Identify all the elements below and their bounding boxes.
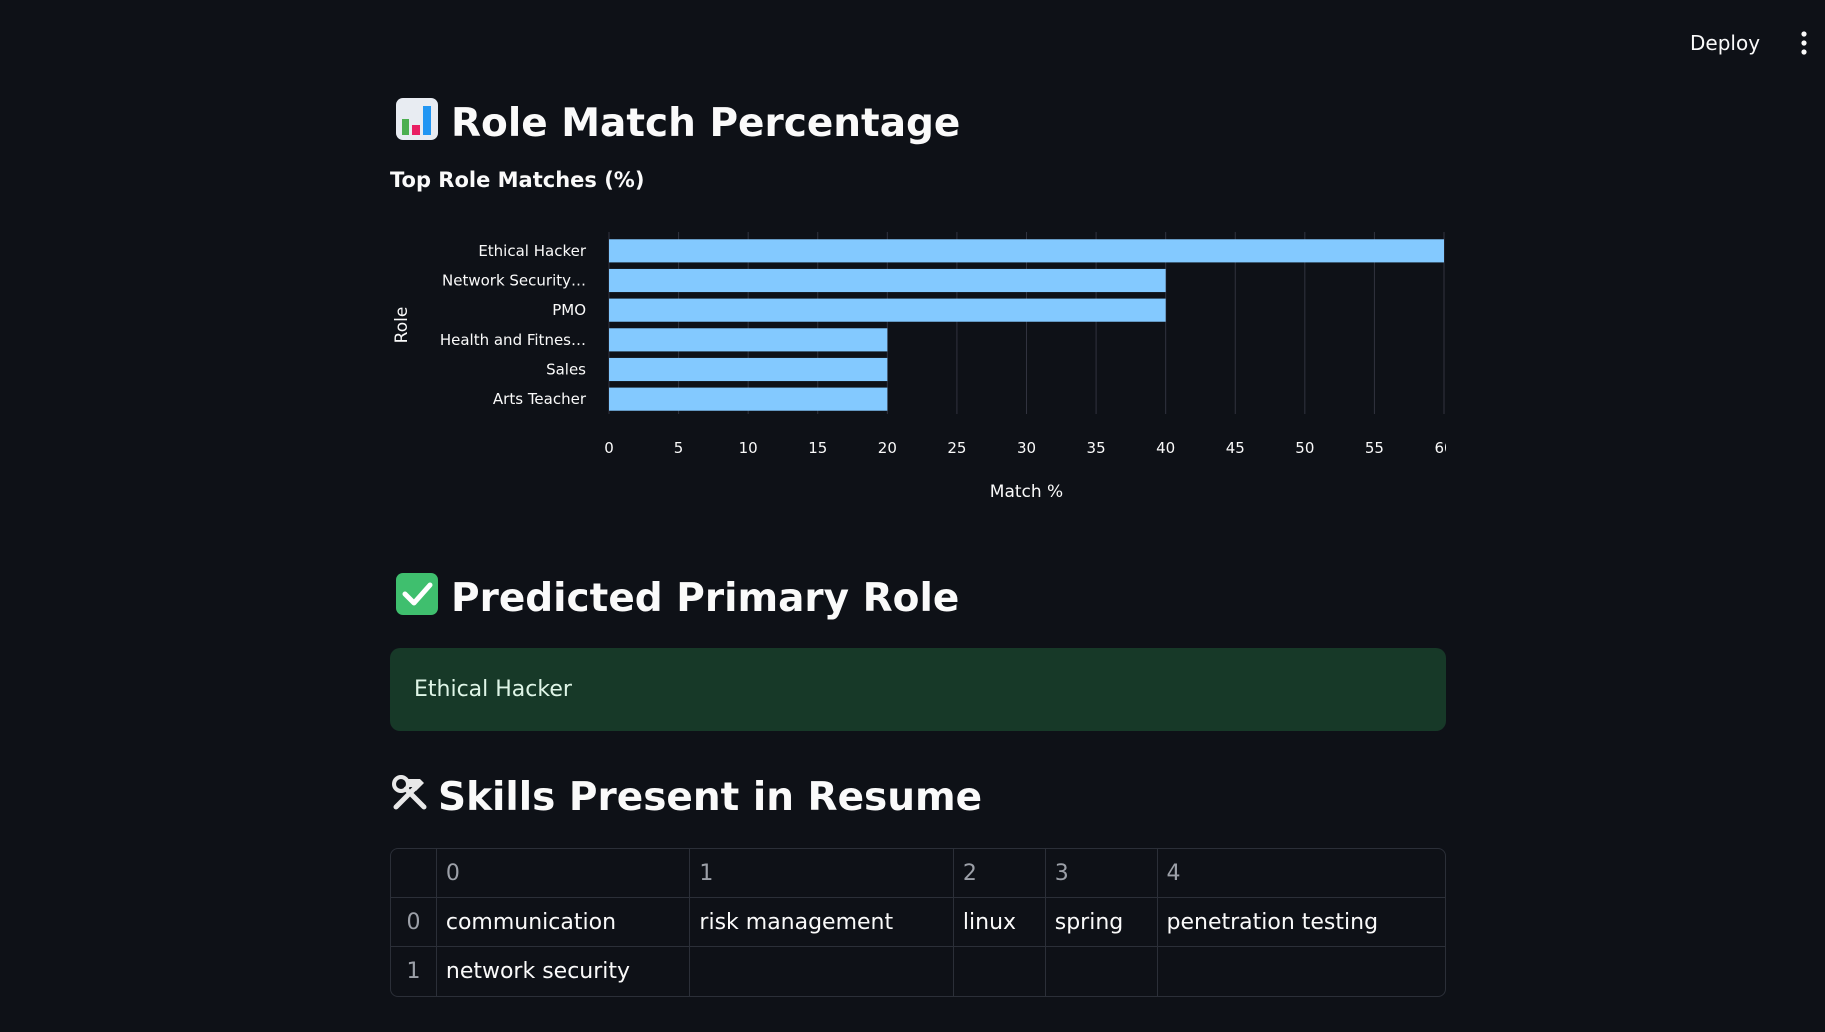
skills-title: Skills Present in Resume [438, 775, 983, 820]
skills-heading: Skills Present in Resume [390, 773, 982, 826]
x-tick-label: 25 [947, 439, 966, 457]
kebab-menu-icon[interactable] [1796, 29, 1812, 57]
x-tick-label: 60 [1434, 439, 1446, 457]
skills-table: 0 1 2 3 4 0 communication risk managemen… [390, 848, 1446, 997]
predicted-role-heading: Predicted Primary Role [395, 572, 959, 629]
y-tick-label: Sales [546, 361, 586, 379]
column-header[interactable]: 0 [436, 849, 691, 898]
column-header[interactable]: 3 [1045, 849, 1158, 898]
role-match-title: Role Match Percentage [451, 101, 961, 146]
table-row: 1 network security [391, 947, 1445, 996]
predicted-role-title: Predicted Primary Role [451, 576, 960, 621]
y-axis-title: Role [392, 307, 412, 344]
x-tick-label: 45 [1226, 439, 1245, 457]
table-index-header [391, 849, 437, 898]
table-cell[interactable]: linux [953, 898, 1046, 947]
table-cell[interactable] [1046, 947, 1158, 996]
table-cell[interactable]: risk management [690, 898, 954, 947]
x-tick-label: 40 [1156, 439, 1175, 457]
bar [609, 357, 888, 382]
table-header-row: 0 1 2 3 4 [391, 849, 1445, 898]
y-tick-label: Health and Fitnes… [440, 331, 586, 349]
column-header[interactable]: 1 [690, 849, 954, 898]
table-cell[interactable]: spring [1045, 898, 1158, 947]
predicted-role-alert: Ethical Hacker [390, 648, 1446, 731]
y-tick-label: Network Security… [442, 272, 586, 290]
x-tick-label: 5 [674, 439, 684, 457]
deploy-button[interactable]: Deploy [1690, 28, 1760, 58]
top-bar: Deploy [0, 0, 1825, 84]
bar [609, 239, 1444, 263]
row-index: 0 [391, 898, 437, 947]
bar [609, 268, 1166, 293]
table-cell[interactable]: communication [436, 898, 691, 947]
y-tick-label: PMO [552, 301, 586, 319]
x-tick-label: 35 [1087, 439, 1106, 457]
hammer-wrench-icon [390, 773, 430, 826]
table-cell[interactable] [1158, 947, 1446, 996]
x-tick-label: 0 [604, 439, 614, 457]
predicted-role-value: Ethical Hacker [414, 677, 572, 702]
check-mark-icon [395, 572, 439, 629]
row-index: 1 [391, 947, 437, 996]
role-match-heading: Role Match Percentage [395, 97, 960, 154]
column-header[interactable]: 4 [1157, 849, 1445, 898]
bar [609, 298, 1166, 322]
table-cell[interactable]: network security [437, 947, 691, 996]
y-tick-label: Arts Teacher [493, 390, 587, 408]
x-tick-label: 50 [1295, 439, 1314, 457]
table-row: 0 communication risk management linux sp… [391, 898, 1445, 947]
bar [609, 387, 888, 411]
x-axis-title: Match % [990, 482, 1063, 502]
table-cell[interactable] [954, 947, 1046, 996]
table-cell[interactable] [690, 947, 954, 996]
x-tick-label: 55 [1365, 439, 1384, 457]
chart-subtitle: Top Role Matches (%) [390, 168, 645, 192]
column-header[interactable]: 2 [953, 849, 1046, 898]
x-tick-label: 15 [808, 439, 827, 457]
x-tick-label: 10 [739, 439, 758, 457]
bar-chart-icon [395, 97, 439, 154]
x-tick-label: 30 [1017, 439, 1036, 457]
bar [609, 328, 888, 352]
x-tick-label: 20 [878, 439, 897, 457]
role-match-chart: 0 5 10 15 20 25 30 35 40 45 50 55 60 Ethical Hacker Ne… [392, 232, 1446, 502]
y-tick-label: Ethical Hacker [478, 242, 587, 260]
table-cell[interactable]: penetration testing [1157, 898, 1445, 947]
